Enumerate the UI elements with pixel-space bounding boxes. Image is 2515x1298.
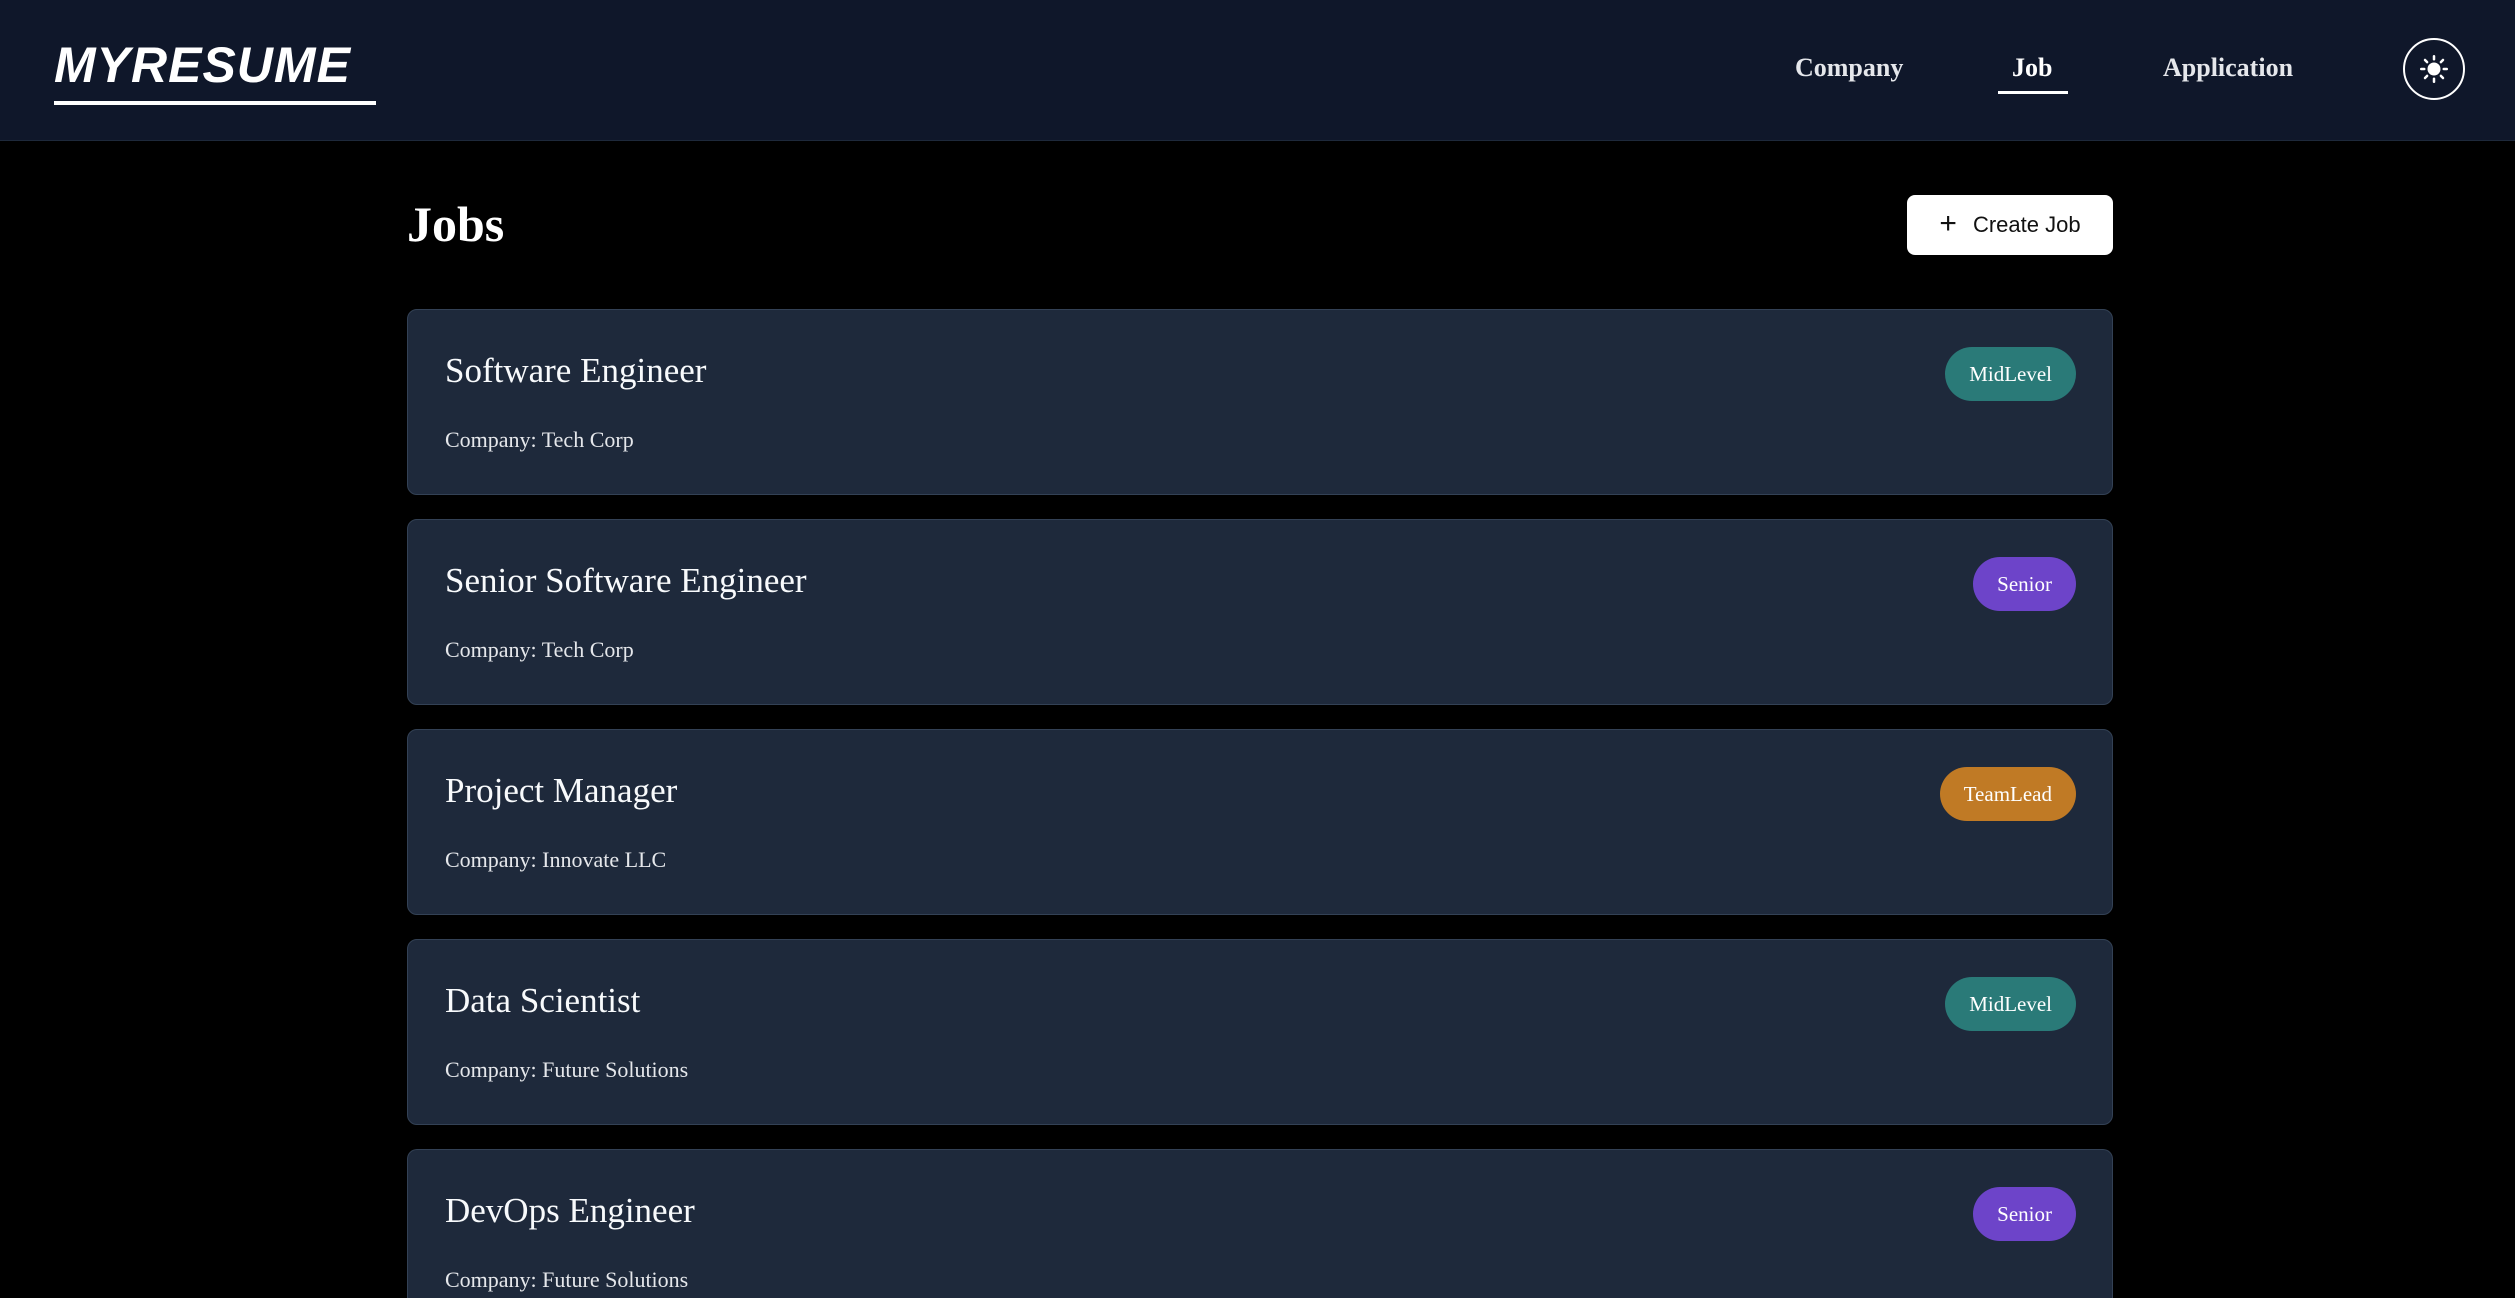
nav-company[interactable]: Company — [1795, 52, 1903, 84]
job-title: Data Scientist — [445, 981, 641, 1020]
level-badge: Senior — [1973, 1187, 2076, 1241]
create-job-button[interactable]: + Create Job — [1907, 195, 2113, 255]
job-company: Company: Future Solutions — [445, 1267, 689, 1292]
top-navbar: MYRESUME Company Job Application — [0, 0, 2515, 141]
job-title: Project Manager — [445, 771, 678, 810]
job-company: Company: Tech Corp — [445, 637, 634, 662]
job-title: DevOps Engineer — [445, 1191, 695, 1230]
level-badge: MidLevel — [1945, 347, 2076, 401]
job-company: Company: Tech Corp — [445, 427, 634, 452]
level-badge: TeamLead — [1939, 767, 2076, 821]
job-card[interactable]: Software Engineer Company: Tech Corp Mid… — [407, 309, 2113, 495]
page-title: Jobs — [407, 196, 505, 252]
job-company: Company: Future Solutions — [445, 1057, 689, 1082]
job-card[interactable]: Project Manager Company: Innovate LLC Te… — [407, 729, 2113, 915]
job-card[interactable]: Senior Software Engineer Company: Tech C… — [407, 519, 2113, 705]
theme-toggle-button[interactable] — [2403, 38, 2465, 100]
job-company: Company: Innovate LLC — [445, 847, 667, 872]
logo-underline — [54, 101, 376, 105]
nav-application[interactable]: Application — [2163, 52, 2293, 84]
create-job-label: Create Job — [1972, 212, 2081, 237]
level-badge: Senior — [1973, 557, 2076, 611]
plus-icon: + — [1939, 206, 1957, 240]
job-title: Software Engineer — [445, 351, 707, 390]
nav-active-indicator — [1998, 91, 2068, 94]
job-card[interactable]: Data Scientist Company: Future Solutions… — [407, 939, 2113, 1125]
sun-icon — [2419, 54, 2449, 84]
job-title: Senior Software Engineer — [445, 561, 807, 600]
level-badge: MidLevel — [1945, 977, 2076, 1031]
logo[interactable]: MYRESUME — [54, 40, 351, 90]
nav-job[interactable]: Job — [2012, 52, 2052, 84]
job-card[interactable]: DevOps Engineer Company: Future Solution… — [407, 1149, 2113, 1298]
